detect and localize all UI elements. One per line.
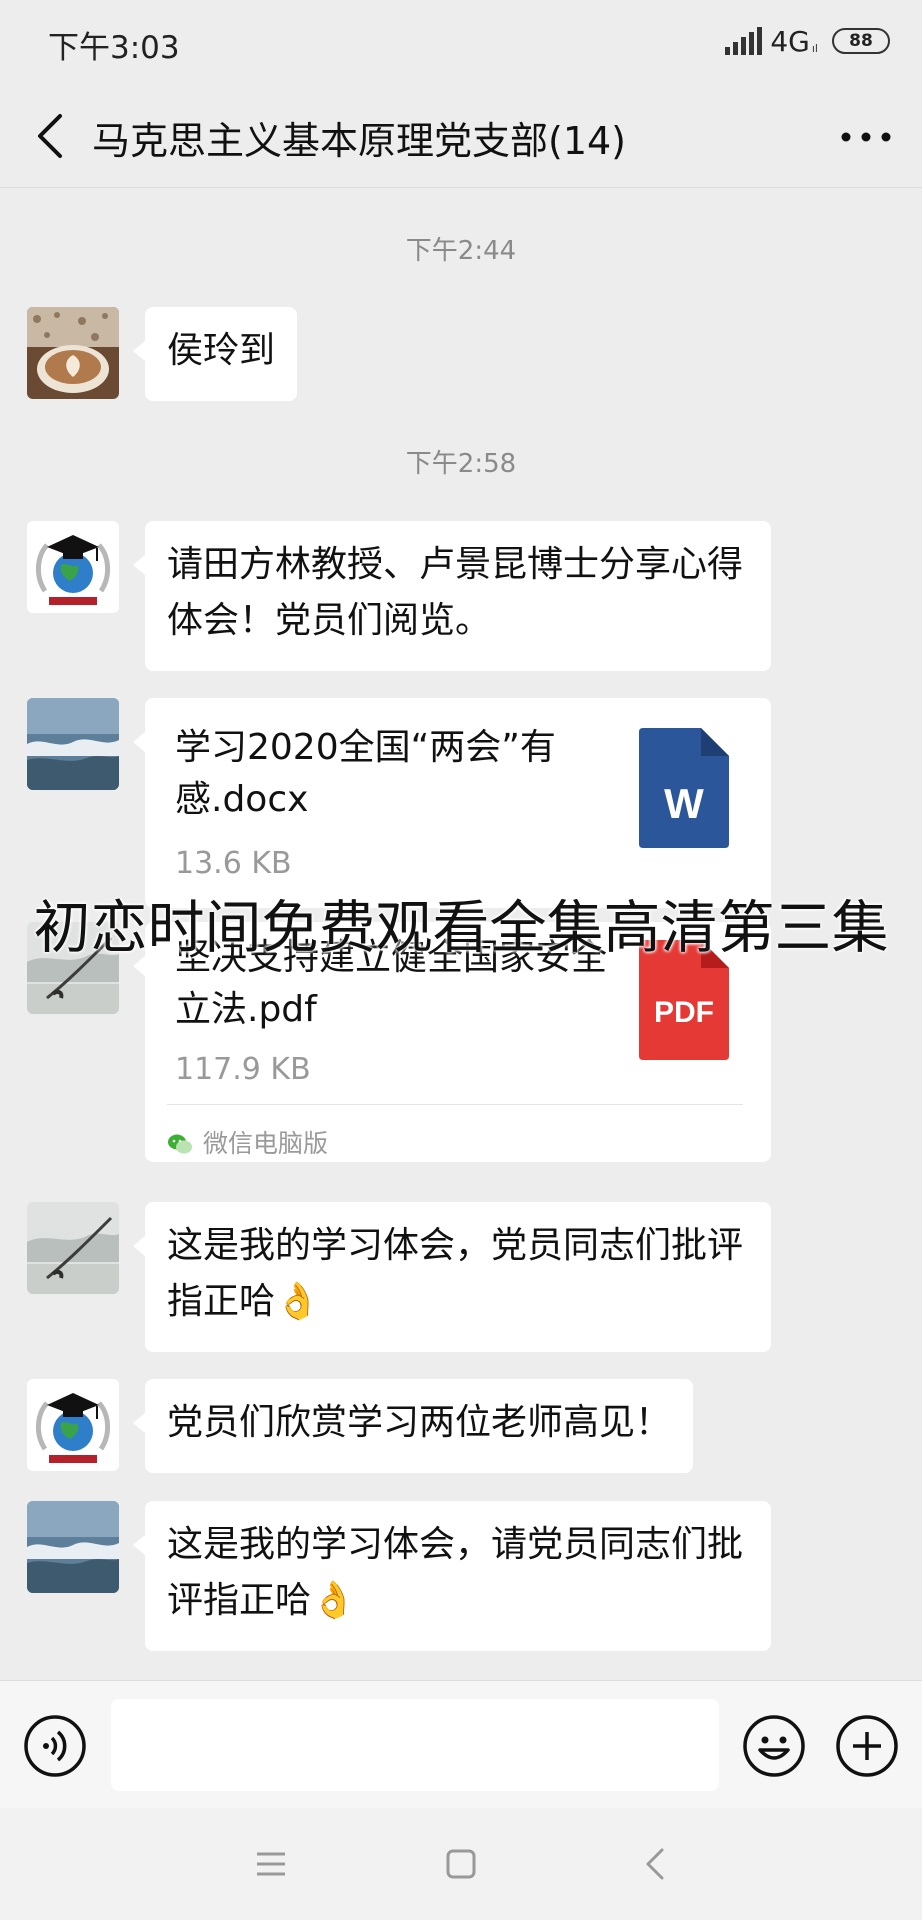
voice-icon[interactable] [23, 1714, 87, 1778]
svg-text:PDF: PDF [654, 996, 714, 1029]
menu-icon[interactable] [249, 1842, 293, 1886]
docx-file-card[interactable]: 学习2020全国“两会”有感.docx 13.6 KB W [133, 698, 771, 908]
ocean-waves-avatar[interactable] [27, 1501, 119, 1593]
overlay-caption: 初恋时间免费观看全集高清第三集 [33, 895, 889, 961]
message-bubble[interactable]: 侯玲到 [132, 307, 298, 401]
system-nav-bar [0, 1808, 922, 1920]
status-bar: 下午3:03 4G ıl 88 [0, 0, 922, 84]
chat-header: 马克思主义基本原理党支部(14) [0, 84, 922, 188]
back-arrow-icon[interactable] [30, 110, 74, 162]
ocean-waves-avatar[interactable] [27, 698, 119, 790]
svg-text:W: W [664, 780, 704, 827]
timestamp: 下午2:44 [405, 236, 517, 266]
card-source-label: 微信电脑版 [203, 1129, 329, 1158]
signal-icon [725, 27, 763, 55]
chat-title[interactable]: 马克思主义基本原理党支部(14) [92, 110, 626, 165]
coffee-latte-avatar[interactable] [27, 307, 119, 399]
university-globe-avatar[interactable] [27, 521, 119, 613]
file-size: 117.9 KB [175, 1052, 311, 1087]
back-chevron-icon[interactable] [634, 1842, 678, 1886]
more-dots-icon[interactable] [836, 112, 896, 162]
emoji-icon[interactable] [742, 1714, 806, 1778]
timestamp: 下午2:58 [405, 449, 517, 479]
message-bubble[interactable]: 请田方林教授、卢景昆博士分享心得体会！党员们阅览。 [133, 521, 771, 671]
card-source: 微信电脑版 [167, 1116, 328, 1172]
message-bubble[interactable]: 这是我的学习体会，党员同志们批评指正哈👌 [133, 1202, 771, 1352]
university-globe-avatar[interactable] [27, 1379, 119, 1471]
status-time: 下午3:03 [48, 30, 180, 66]
battery-icon: 88 [832, 28, 890, 54]
plus-icon[interactable] [835, 1714, 899, 1778]
network-type: 4G [770, 24, 810, 58]
card-divider [167, 1104, 743, 1105]
message-bubble[interactable]: 党员们欣赏学习两位老师高见！ [132, 1379, 694, 1473]
ink-painting-avatar[interactable] [27, 1202, 119, 1294]
message-bubble[interactable]: 这是我的学习体会，请党员同志们批评指正哈👌 [133, 1501, 771, 1651]
word-doc-icon: W [639, 728, 729, 848]
message-input[interactable] [111, 1699, 719, 1791]
home-square-icon[interactable] [439, 1842, 483, 1886]
input-bar [0, 1680, 922, 1808]
status-indicators: 4G ıl 88 [725, 24, 890, 58]
file-name: 学习2020全国“两会”有感.docx [175, 727, 556, 820]
wechat-icon [167, 1133, 193, 1155]
network-activity: ıl [811, 41, 818, 55]
